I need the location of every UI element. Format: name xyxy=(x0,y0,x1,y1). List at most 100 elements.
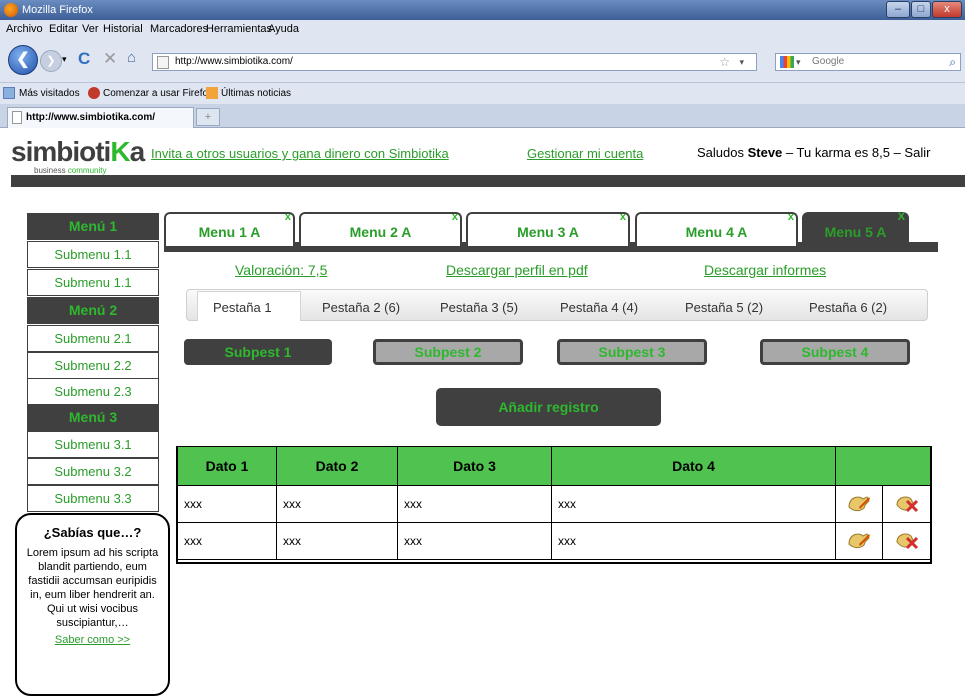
tab-menu-1a[interactable]: Menu 1 A x xyxy=(164,210,295,246)
bookmark-mas-visitados[interactable]: Más visitados xyxy=(19,88,80,99)
home-icon[interactable]: ⌂ xyxy=(127,49,136,66)
search-icon[interactable]: ⌕ xyxy=(949,54,956,70)
history-dropdown-icon[interactable]: ▾ xyxy=(62,54,67,65)
delete-icon[interactable] xyxy=(895,530,919,552)
delete-icon[interactable] xyxy=(895,493,919,515)
logo-tagline-business: business xyxy=(34,166,68,175)
sidebar-menu-2[interactable]: Menú 2 xyxy=(27,297,159,324)
sidebar-submenu-1-1b[interactable]: Submenu 1.1 xyxy=(27,269,159,296)
table-cell: xxx xyxy=(397,485,552,523)
sidebar-submenu-1-1[interactable]: Submenu 1.1 xyxy=(27,241,159,268)
download-pdf-link[interactable]: Descargar perfil en pdf xyxy=(446,262,588,278)
menu-historial[interactable]: Historial xyxy=(103,23,143,35)
table-cell: xxx xyxy=(551,522,836,560)
greeting: Saludos Steve – Tu karma es 8,5 – Salir xyxy=(697,145,930,160)
add-record-button[interactable]: Añadir registro xyxy=(436,388,661,426)
firefox-bookmark-icon xyxy=(88,87,100,99)
tab-menu-4a[interactable]: Menu 4 A x xyxy=(635,210,798,246)
tab-pestana-3[interactable]: Pestaña 3 (5) xyxy=(440,300,518,315)
column-header-actions xyxy=(835,446,931,486)
new-tab-button[interactable]: + xyxy=(196,108,220,126)
close-window-button[interactable]: x xyxy=(932,1,962,18)
tab-pestana-5[interactable]: Pestaña 5 (2) xyxy=(685,300,763,315)
browser-tab[interactable]: http://www.simbiotika.com/ xyxy=(7,107,194,128)
bookmark-comenzar[interactable]: Comenzar a usar Firefox xyxy=(103,88,213,99)
search-input[interactable]: ▾ Google ⌕ xyxy=(775,53,961,71)
tip-text: Lorem ipsum ad his scripta blandit parti… xyxy=(26,547,159,629)
tab-menu-3a-close-icon[interactable]: x xyxy=(620,210,626,224)
column-header: Dato 1 xyxy=(177,446,277,486)
page-icon xyxy=(12,111,22,124)
sidebar-submenu-3-3[interactable]: Submenu 3.3 xyxy=(27,485,159,512)
most-visited-icon xyxy=(3,87,15,99)
tab-menu-5a-close-icon[interactable]: X xyxy=(898,210,905,224)
delete-cell xyxy=(882,522,931,560)
sidebar-submenu-2-3[interactable]: Submenu 2.3 xyxy=(27,378,159,405)
tab-menu-5a[interactable]: Menu 5 A X xyxy=(802,210,909,246)
firefox-icon xyxy=(4,3,18,17)
column-header: Dato 4 xyxy=(551,446,836,486)
window-titlebar: Mozilla Firefox – □ x xyxy=(0,0,965,20)
stop-icon[interactable]: ✕ xyxy=(103,49,117,69)
menu-ver[interactable]: Ver xyxy=(82,23,99,35)
tab-pestana-2[interactable]: Pestaña 2 (6) xyxy=(322,300,400,315)
sidebar-menu-3[interactable]: Menú 3 xyxy=(27,404,159,431)
subpest-4-button[interactable]: Subpest 4 xyxy=(760,339,910,365)
window-title: Mozilla Firefox xyxy=(22,4,93,16)
tab-menu-3a[interactable]: Menu 3 A x xyxy=(466,210,630,246)
subpest-3-button[interactable]: Subpest 3 xyxy=(557,339,707,365)
tab-menu-4a-label: Menu 4 A xyxy=(685,224,748,240)
menu-editar[interactable]: Editar xyxy=(49,23,78,35)
browser-tab-title: http://www.simbiotika.com/ xyxy=(26,112,156,123)
bookmarks-toolbar: Más visitados Comenzar a usar Firefox Úl… xyxy=(0,83,965,104)
tab-menu-2a-label: Menu 2 A xyxy=(349,224,412,240)
url-dropdown-icon[interactable]: ▾ xyxy=(739,54,744,70)
site-logo[interactable]: simbiotiKa xyxy=(11,136,146,168)
sidebar-submenu-2-1[interactable]: Submenu 2.1 xyxy=(27,325,159,352)
subpest-2-button[interactable]: Subpest 2 xyxy=(373,339,523,365)
tab-pestana-1[interactable]: Pestaña 1 xyxy=(213,300,272,315)
sidebar-submenu-3-2[interactable]: Submenu 3.2 xyxy=(27,458,159,485)
sidebar-menu-1[interactable]: Menú 1 xyxy=(27,213,159,240)
search-engine-dropdown-icon[interactable]: ▾ xyxy=(796,54,801,70)
forward-arrow-icon[interactable]: ❯ xyxy=(40,50,62,72)
tab-menu-4a-close-icon[interactable]: x xyxy=(788,210,794,224)
menu-herramientas[interactable]: Herramientas xyxy=(206,23,272,35)
tab-menu-3a-label: Menu 3 A xyxy=(517,224,579,240)
menu-marcadores[interactable]: Marcadores xyxy=(150,23,208,35)
tab-pestana-4[interactable]: Pestaña 4 (4) xyxy=(560,300,638,315)
tip-title: ¿Sabías que…? xyxy=(43,525,142,540)
bookmark-ultimas-noticias[interactable]: Últimas noticias xyxy=(221,88,291,99)
maximize-button[interactable]: □ xyxy=(911,1,931,18)
account-link[interactable]: Gestionar mi cuenta xyxy=(527,146,643,161)
rating-link[interactable]: Valoración: 7,5 xyxy=(235,262,327,278)
table-cell: xxx xyxy=(276,522,398,560)
edit-cell xyxy=(835,485,883,523)
invite-link[interactable]: Invita a otros usuarios y gana dinero co… xyxy=(151,146,449,161)
tab-menu-2a-close-icon[interactable]: x xyxy=(452,210,458,224)
download-reports-link[interactable]: Descargar informes xyxy=(704,262,826,278)
subpest-1-button[interactable]: Subpest 1 xyxy=(184,339,332,365)
reload-icon[interactable]: C xyxy=(78,49,90,69)
sidebar-submenu-3-1[interactable]: Submenu 3.1 xyxy=(27,431,159,458)
google-icon[interactable] xyxy=(780,56,794,68)
tab-menu-1a-close-icon[interactable]: x xyxy=(285,210,291,224)
edit-cell xyxy=(835,522,883,560)
url-bar[interactable]: http://www.simbiotika.com/ ☆ ▾ xyxy=(152,53,757,71)
tab-menu-2a[interactable]: Menu 2 A x xyxy=(299,210,462,246)
menu-ayuda[interactable]: Ayuda xyxy=(268,23,299,35)
bookmark-star-icon[interactable]: ☆ xyxy=(719,54,730,70)
edit-icon[interactable] xyxy=(847,530,871,552)
did-you-know-box: ¿Sabías que…? Lorem ipsum ad his scripta… xyxy=(15,513,170,696)
edit-icon[interactable] xyxy=(847,493,871,515)
minimize-button[interactable]: – xyxy=(886,1,910,18)
logo-text-end: a xyxy=(129,136,146,167)
greeting-prefix: Saludos xyxy=(697,145,748,160)
tab-pestana-6[interactable]: Pestaña 6 (2) xyxy=(809,300,887,315)
back-arrow-icon[interactable]: ❮ xyxy=(8,45,38,75)
username: Steve xyxy=(747,145,783,160)
tab-menu-1a-label: Menu 1 A xyxy=(198,224,261,240)
menu-archivo[interactable]: Archivo xyxy=(6,23,43,35)
sidebar-submenu-2-2[interactable]: Submenu 2.2 xyxy=(27,352,159,379)
tip-more-link[interactable]: Saber como >> xyxy=(21,634,164,646)
